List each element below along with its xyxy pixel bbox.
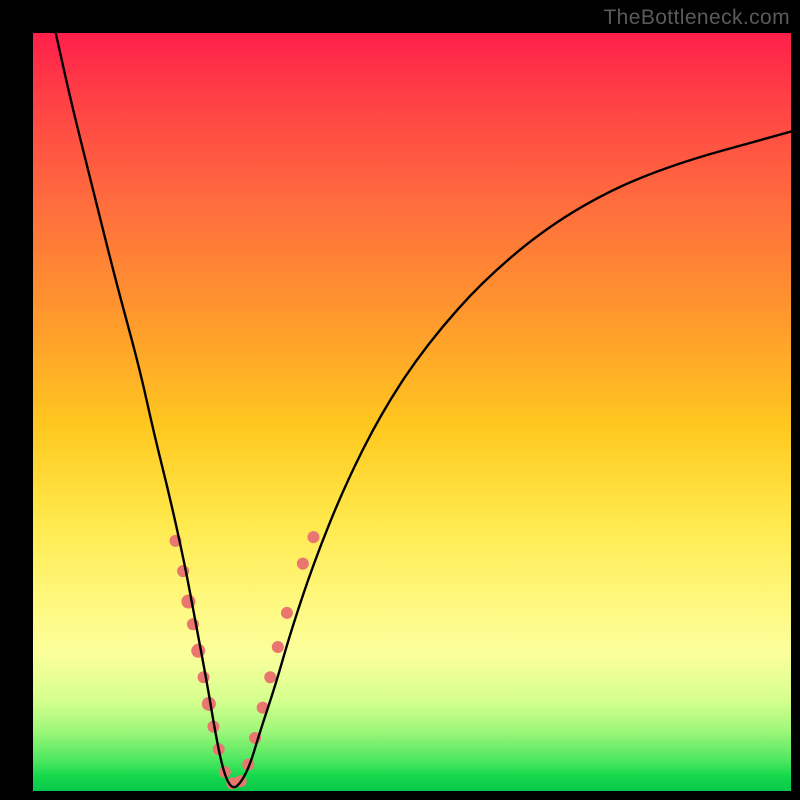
sample-point xyxy=(297,558,309,570)
chart-svg xyxy=(33,33,791,791)
sample-points-layer xyxy=(170,531,320,789)
bottleneck-curve xyxy=(56,33,791,787)
sample-point xyxy=(264,671,276,683)
sample-point xyxy=(272,641,284,653)
sample-point xyxy=(307,531,319,543)
watermark-text: TheBottleneck.com xyxy=(603,6,790,30)
plot-area xyxy=(33,33,791,791)
sample-point xyxy=(281,607,293,619)
chart-frame: TheBottleneck.com xyxy=(0,0,800,800)
sample-point xyxy=(191,644,205,658)
